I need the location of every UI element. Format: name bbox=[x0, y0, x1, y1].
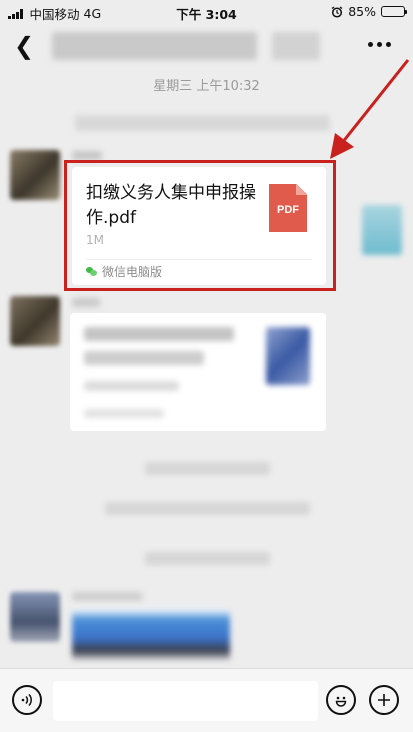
input-bar bbox=[0, 668, 413, 732]
sender-name-redacted bbox=[72, 298, 100, 307]
highlight-box bbox=[64, 160, 336, 291]
link-source-redacted bbox=[84, 409, 164, 418]
sender-avatar[interactable] bbox=[10, 150, 60, 200]
chat-title-redacted bbox=[52, 32, 257, 60]
system-message-redacted bbox=[145, 552, 270, 565]
sender-name-redacted bbox=[72, 151, 102, 160]
chat-subtitle-redacted bbox=[272, 32, 320, 60]
system-message-redacted bbox=[145, 462, 270, 475]
system-message-redacted bbox=[105, 502, 310, 515]
message-input[interactable] bbox=[53, 681, 318, 721]
link-message-card[interactable] bbox=[70, 313, 326, 431]
system-message-redacted bbox=[75, 115, 330, 131]
link-title-redacted bbox=[84, 351, 204, 365]
alarm-icon bbox=[331, 5, 343, 18]
more-dots-icon[interactable] bbox=[368, 42, 391, 47]
battery-icon bbox=[381, 6, 407, 17]
back-arrow-icon[interactable]: ❮ bbox=[14, 34, 34, 58]
image-message-redacted[interactable] bbox=[72, 608, 230, 663]
annotation-arrow-icon bbox=[330, 59, 410, 159]
side-thumbnail-redacted bbox=[362, 205, 402, 255]
sender-name-redacted bbox=[72, 592, 142, 601]
emoji-icon[interactable] bbox=[326, 685, 356, 715]
link-title-redacted bbox=[84, 327, 234, 341]
battery-percent: 85% bbox=[348, 4, 376, 19]
sender-avatar[interactable] bbox=[10, 296, 60, 346]
link-desc-redacted bbox=[84, 381, 179, 391]
status-bar: 中国移动 4G 下午 3:04 85% bbox=[0, 0, 413, 24]
link-thumbnail-redacted bbox=[266, 327, 310, 385]
voice-icon[interactable] bbox=[12, 685, 42, 715]
sender-avatar[interactable] bbox=[10, 592, 60, 642]
status-right: 85% bbox=[331, 4, 407, 19]
plus-icon[interactable] bbox=[369, 685, 399, 715]
